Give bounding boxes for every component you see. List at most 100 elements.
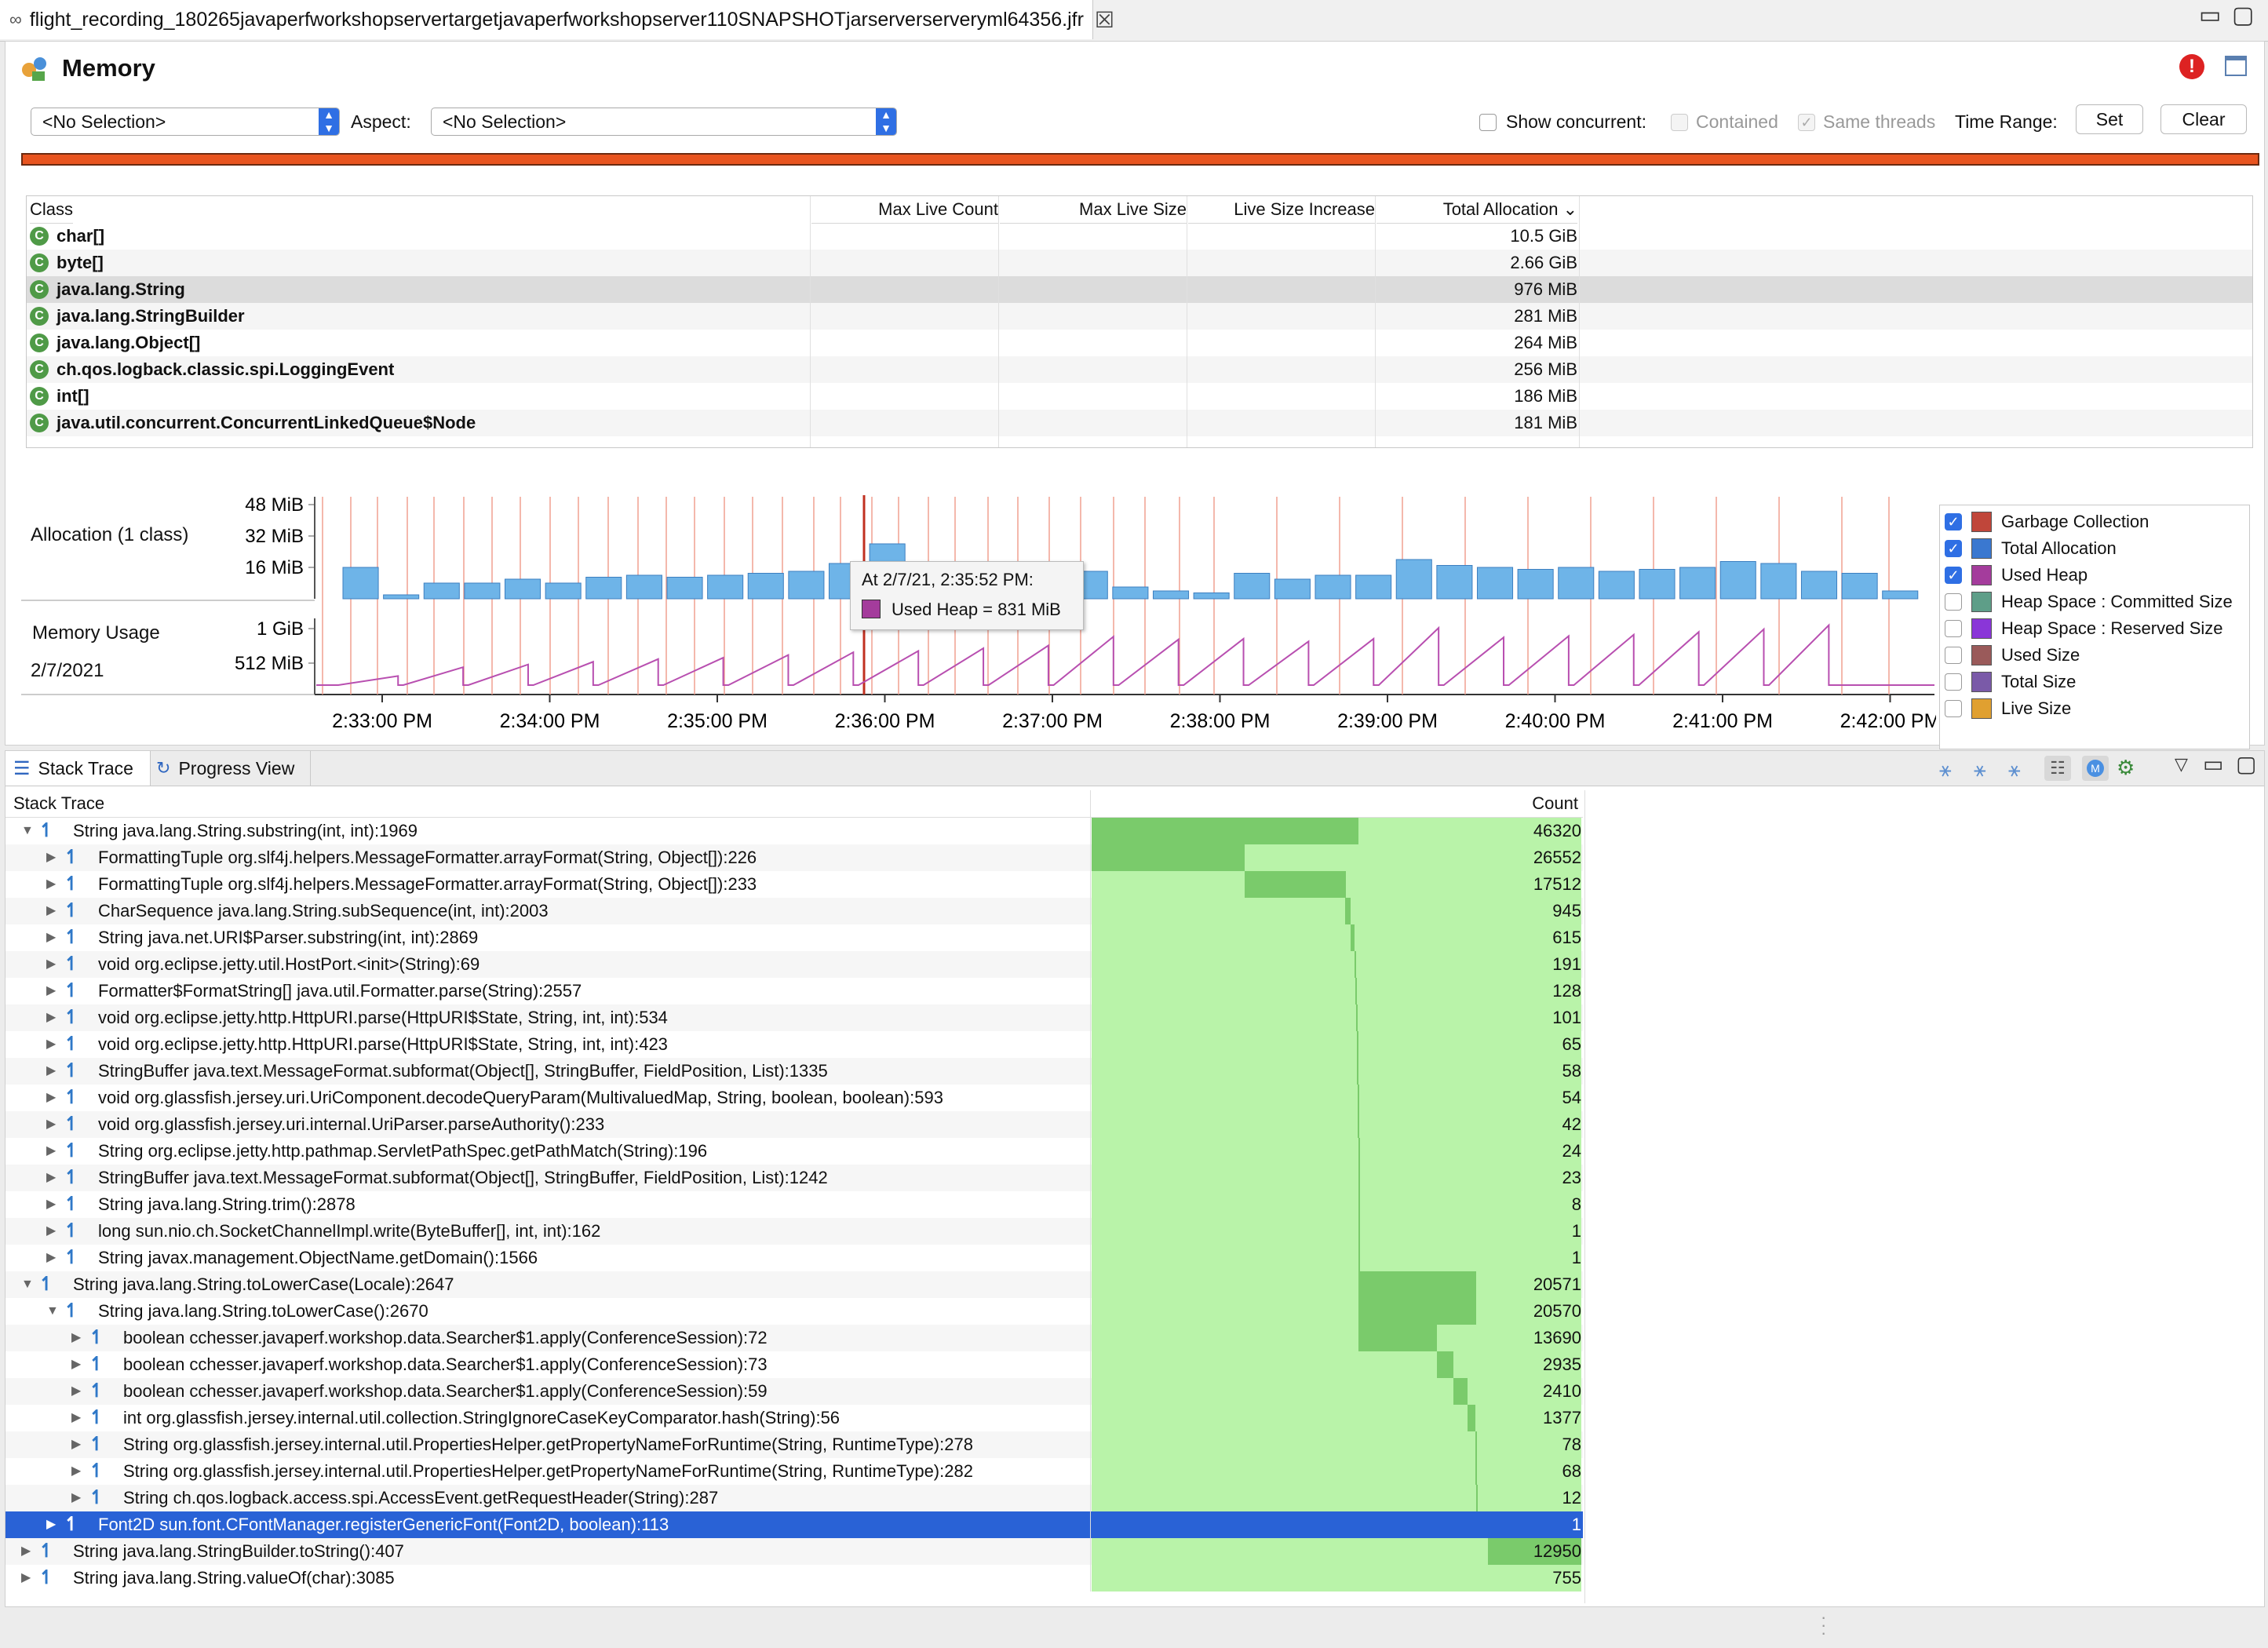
legend-checkbox[interactable]: ✓ (1945, 567, 1962, 584)
legend-checkbox[interactable] (1945, 673, 1962, 691)
col-live-size-increase[interactable]: Live Size Increase (1188, 196, 1375, 224)
list-item[interactable]: ▶ ↿ String java.lang.StringBuilder.toStrin… (5, 1538, 1583, 1565)
collapsed-twisty-icon[interactable]: ▶ (71, 1431, 81, 1458)
legend-item[interactable]: Heap Space : Reserved Size (1945, 615, 2223, 642)
collapsed-twisty-icon[interactable]: ▶ (46, 1218, 56, 1245)
list-item[interactable]: ▶ ↿ void org.glassfish.jersey.uri.internal… (5, 1111, 1583, 1138)
table-view-icon[interactable] (2225, 56, 2247, 76)
legend-checkbox[interactable] (1945, 647, 1962, 664)
list-item[interactable]: ▼ ↿ String java.lang.String.toLowerCase():… (5, 1298, 1583, 1325)
legend-item[interactable]: Used Size (1945, 642, 2080, 669)
same-threads-checkbox[interactable]: ✓ (1798, 114, 1815, 131)
collapsed-twisty-icon[interactable]: ▶ (21, 1565, 31, 1591)
collapsed-twisty-icon[interactable]: ▶ (71, 1325, 81, 1351)
list-item[interactable]: ▶ ↿ String java.net.URI$Parser.substring(i… (5, 924, 1583, 951)
list-item[interactable]: ▶ ↿ String java.lang.String.valueOf(char):… (5, 1565, 1583, 1591)
col-max-live-count[interactable]: Max Live Count (811, 196, 998, 224)
expanded-twisty-icon[interactable]: ▼ (21, 1271, 34, 1298)
list-item[interactable]: ▶ ↿ StringBuffer java.text.MessageFormat.s… (5, 1058, 1583, 1085)
legend-checkbox[interactable]: ✓ (1945, 540, 1962, 557)
list-item[interactable]: ▶ ↿ Font2D sun.font.CFontManager.registerG… (5, 1511, 1583, 1538)
list-item[interactable]: ▶ ↿ boolean cchesser.javaperf.workshop.dat… (5, 1351, 1583, 1378)
selection-range-bar[interactable] (21, 153, 2259, 166)
list-item[interactable]: ▶ ↿ void org.glassfish.jersey.uri.UriCompo… (5, 1085, 1583, 1111)
collapsed-twisty-icon[interactable]: ▶ (46, 844, 56, 871)
list-item[interactable]: ▶ ↿ String org.glassfish.jersey.internal.u… (5, 1431, 1583, 1458)
show-as-tree-icon[interactable]: ⚹ (2008, 757, 2021, 782)
collapsed-twisty-icon[interactable]: ▶ (71, 1458, 81, 1485)
list-item[interactable]: ▼ ↿ String java.lang.String.substring(int,… (5, 818, 1583, 844)
table-row[interactable]: Cjava.util.concurrent.ConcurrentLinkedQu… (27, 410, 2252, 436)
contained-checkbox[interactable] (1671, 114, 1688, 131)
gear-icon[interactable]: ⚙ (2117, 756, 2135, 780)
legend-item[interactable]: Live Size (1945, 695, 2071, 722)
collapsed-twisty-icon[interactable]: ▶ (46, 1004, 56, 1031)
list-item[interactable]: ▶ ↿ StringBuffer java.text.MessageFormat.s… (5, 1165, 1583, 1191)
legend-checkbox[interactable] (1945, 593, 1962, 611)
show-concurrent-checkbox[interactable] (1479, 114, 1497, 131)
collapsed-twisty-icon[interactable]: ▶ (46, 924, 56, 951)
list-item[interactable]: ▶ ↿ void org.eclipse.jetty.util.HostPort.<… (5, 951, 1583, 978)
col-count[interactable]: Count (1355, 790, 1578, 817)
collapsed-twisty-icon[interactable]: ▶ (46, 1111, 56, 1138)
collapsed-twisty-icon[interactable]: ▶ (46, 1191, 56, 1218)
collapsed-twisty-icon[interactable]: ▶ (46, 951, 56, 978)
tab-stack-trace[interactable]: ☰ Stack Trace (5, 751, 151, 786)
list-item[interactable]: ▼ ↿ String java.lang.String.toLowerCase(Lo… (5, 1271, 1583, 1298)
warning-icon[interactable]: ! (2179, 54, 2204, 79)
expanded-twisty-icon[interactable]: ▼ (21, 818, 34, 844)
distinguish-frames-icon[interactable]: ⚹ (1974, 757, 1986, 782)
list-item[interactable]: ▶ ↿ Formatter$FormatString[] java.util.For… (5, 978, 1583, 1004)
col-total-allocation[interactable]: Total Allocation ⌄ (1376, 196, 1577, 224)
collapsed-twisty-icon[interactable]: ▶ (71, 1405, 81, 1431)
table-row[interactable]: Cjava.lang.StringBuilder 281 MiB (27, 303, 2252, 330)
col-stack-trace[interactable]: Stack Trace (13, 790, 104, 817)
legend-item[interactable]: ✓ Used Heap (1945, 562, 2088, 589)
list-item[interactable]: ▶ ↿ String javax.management.ObjectName.get… (5, 1245, 1583, 1271)
collapsed-twisty-icon[interactable]: ▶ (46, 1511, 56, 1538)
legend-checkbox[interactable] (1945, 620, 1962, 637)
maximize-icon[interactable]: ▢ (2232, 2, 2254, 29)
minimize-icon[interactable]: ▭ (2203, 751, 2223, 777)
layout-icon[interactable]: ☷ (2044, 756, 2071, 781)
list-item[interactable]: ▶ ↿ void org.eclipse.jetty.http.HttpURI.pa… (5, 1031, 1583, 1058)
recording-tab[interactable]: ∞ flight_recording_180265javaperfworksho… (0, 0, 1114, 39)
filter-select[interactable]: <No Selection> ▲ ▼ (31, 108, 340, 136)
collapsed-twisty-icon[interactable]: ▶ (71, 1485, 81, 1511)
group-by-icon[interactable]: ⚹ (1939, 757, 1952, 782)
clear-button[interactable]: Clear (2160, 104, 2247, 134)
maximize-icon[interactable]: ▢ (2236, 751, 2256, 777)
legend-checkbox[interactable]: ✓ (1945, 513, 1962, 530)
collapsed-twisty-icon[interactable]: ▶ (46, 898, 56, 924)
collapsed-twisty-icon[interactable]: ▶ (46, 871, 56, 898)
collapsed-twisty-icon[interactable]: ▶ (46, 1058, 56, 1085)
table-row[interactable]: Cjava.lang.Object[] 264 MiB (27, 330, 2252, 356)
resize-handle-icon[interactable]: · · · (1821, 1609, 1826, 1642)
collapsed-twisty-icon[interactable]: ▶ (21, 1538, 31, 1565)
list-item[interactable]: ▶ ↿ boolean cchesser.javaperf.workshop.dat… (5, 1325, 1583, 1351)
minimize-icon[interactable]: ▭ (2199, 2, 2221, 29)
table-row[interactable]: Cchar[] 10.5 GiB (27, 223, 2252, 250)
table-row[interactable]: Cjava.lang.String 976 MiB (27, 276, 2252, 303)
set-button[interactable]: Set (2076, 104, 2143, 134)
table-row[interactable]: Cbyte[] 2.66 GiB (27, 250, 2252, 276)
aspect-select[interactable]: <No Selection> ▲ ▼ (431, 108, 897, 136)
collapsed-twisty-icon[interactable]: ▶ (71, 1351, 81, 1378)
collapsed-twisty-icon[interactable]: ▶ (46, 1245, 56, 1271)
list-item[interactable]: ▶ ↿ CharSequence java.lang.String.subSeque… (5, 898, 1583, 924)
collapsed-twisty-icon[interactable]: ▶ (46, 1165, 56, 1191)
collapsed-twisty-icon[interactable]: ▶ (71, 1378, 81, 1405)
legend-checkbox[interactable] (1945, 700, 1962, 717)
legend-item[interactable]: Total Size (1945, 669, 2076, 695)
list-item[interactable]: ▶ ↿ int org.glassfish.jersey.internal.util… (5, 1405, 1583, 1431)
list-item[interactable]: ▶ ↿ void org.eclipse.jetty.http.HttpURI.pa… (5, 1004, 1583, 1031)
legend-item[interactable]: ✓ Garbage Collection (1945, 509, 2149, 535)
list-item[interactable]: ▶ ↿ FormattingTuple org.slf4j.helpers.Mess… (5, 844, 1583, 871)
collapsed-twisty-icon[interactable]: ▶ (46, 1138, 56, 1165)
list-item[interactable]: ▶ ↿ FormattingTuple org.slf4j.helpers.Mess… (5, 871, 1583, 898)
col-class[interactable]: Class (30, 196, 74, 224)
list-item[interactable]: ▶ ↿ String org.eclipse.jetty.http.pathmap.… (5, 1138, 1583, 1165)
list-item[interactable]: ▶ ↿ String org.glassfish.jersey.internal.u… (5, 1458, 1583, 1485)
close-tab-icon[interactable]: ☒ (1095, 7, 1114, 33)
legend-item[interactable]: ✓ Total Allocation (1945, 535, 2117, 562)
